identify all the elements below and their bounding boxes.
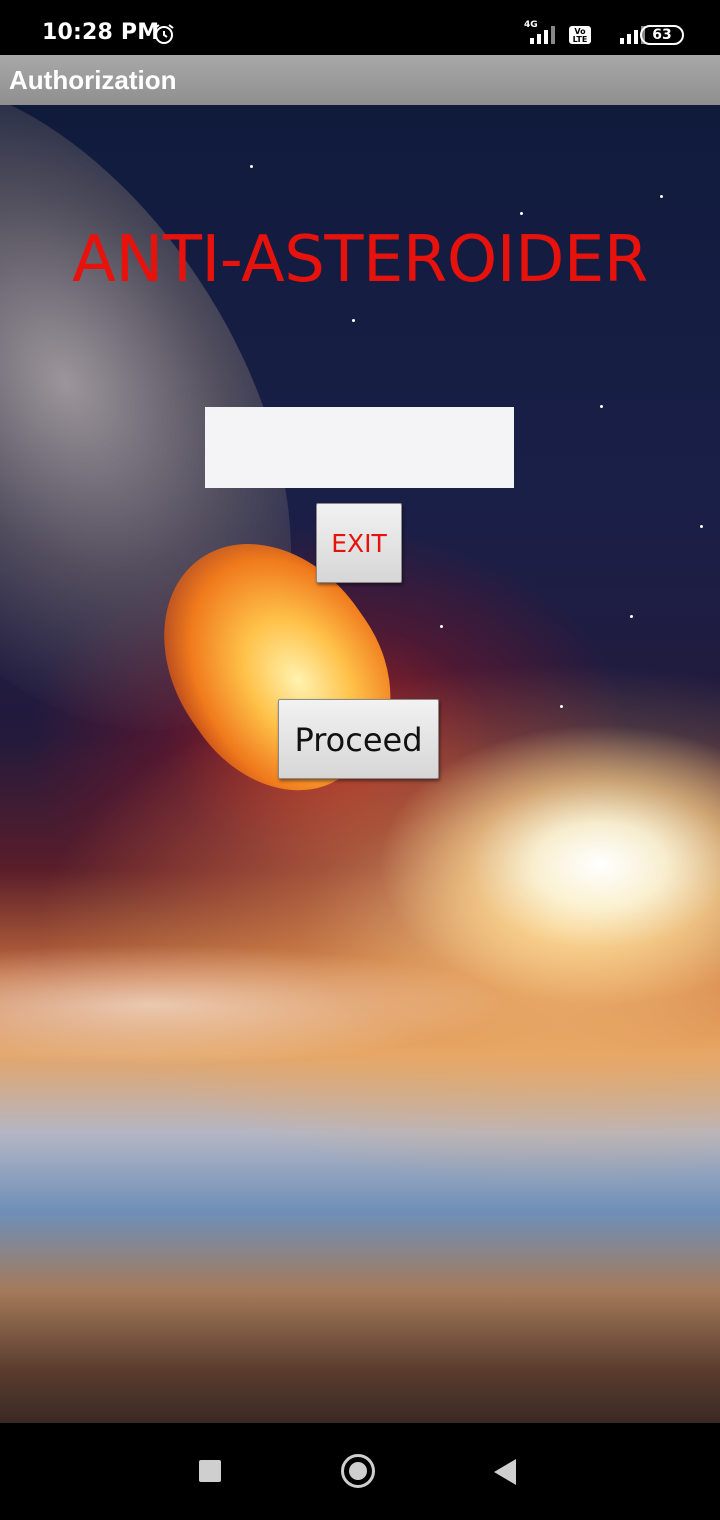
star [352,319,355,322]
navigation-bar [0,1423,720,1520]
status-bar: 10:28 PM 4G Vo LTE 63 [0,0,720,55]
background-scene: ANTI-ASTEROIDER EXIT Proceed [0,105,720,1423]
volte-badge: Vo LTE [569,26,591,44]
star [700,525,703,528]
action-bar: Authorization [0,55,720,105]
screen-title: Authorization [9,65,177,95]
alarm-clock-icon [154,24,174,44]
home-icon-inner [349,1462,367,1480]
status-time: 10:28 PM [42,20,160,45]
star [440,625,443,628]
exit-button[interactable]: EXIT [316,503,402,583]
star [600,405,603,408]
battery-icon: 63 [640,25,684,45]
earth-clouds [0,945,720,1105]
square-recents-icon[interactable] [199,1460,221,1482]
star [660,195,663,198]
authorization-code-input[interactable] [205,407,514,488]
app-title: ANTI-ASTEROIDER [72,223,648,297]
star [250,165,253,168]
circle-home-icon[interactable] [341,1454,375,1488]
triangle-back-icon[interactable] [494,1459,516,1485]
star [560,705,563,708]
signal-strength-icon [530,26,555,44]
star [520,212,523,215]
proceed-button[interactable]: Proceed [278,699,439,779]
star [630,615,633,618]
